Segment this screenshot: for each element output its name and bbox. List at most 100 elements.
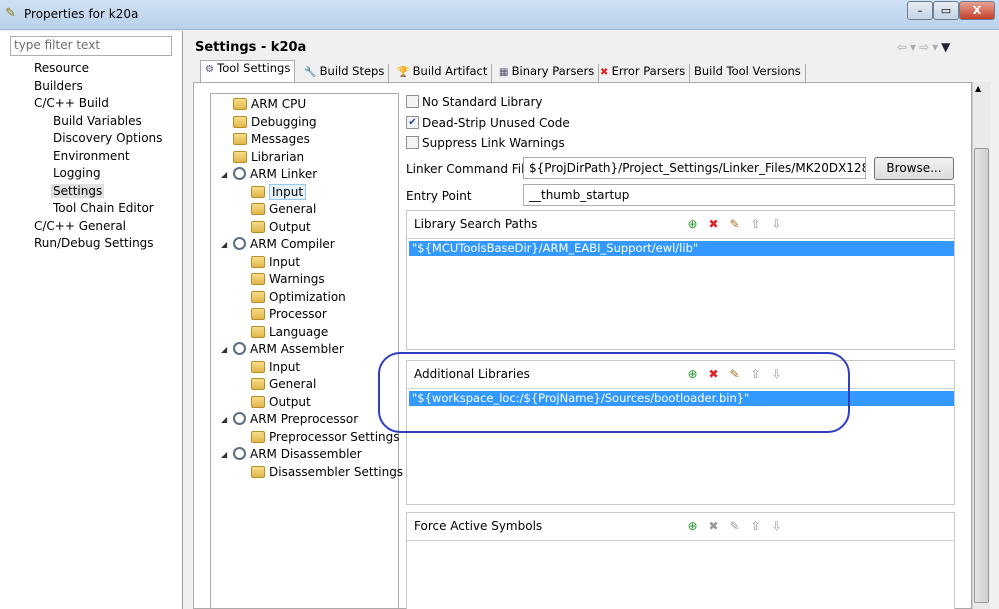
tab-error-parsers[interactable]: ✖ Error Parsers <box>596 64 691 82</box>
move-up-icon[interactable]: ⇧ <box>748 216 763 232</box>
tab-label: Build Steps <box>319 64 385 78</box>
folder-icon <box>251 325 265 338</box>
tree-item[interactable]: Output <box>251 395 311 409</box>
edit-icon[interactable]: ✎ <box>727 216 742 232</box>
tree-item[interactable]: Input <box>251 360 300 374</box>
folder-icon <box>233 150 247 163</box>
tab-label: Build Artifact <box>412 64 488 78</box>
move-down-icon[interactable]: ⇩ <box>769 216 784 232</box>
scroll-thumb[interactable] <box>974 148 989 603</box>
delete-icon[interactable]: ✖ <box>706 216 721 232</box>
move-down-icon[interactable]: ⇩ <box>769 518 784 534</box>
nav-item[interactable]: C/C++ General <box>34 219 126 233</box>
browse-button[interactable]: Browse... <box>874 157 954 180</box>
no-std-lib-checkbox[interactable] <box>406 95 419 108</box>
tree-item-label: Warnings <box>269 272 325 286</box>
add-icon[interactable]: ⊕ <box>685 216 700 232</box>
tree-item[interactable]: Optimization <box>251 290 346 304</box>
annotation-highlight <box>378 352 850 433</box>
linker-command-file-input[interactable]: ${ProjDirPath}/Project_Settings/Linker_F… <box>523 157 866 179</box>
tab-build-tool-versions[interactable]: Build Tool Versions <box>690 64 806 82</box>
tree-item[interactable]: Debugging <box>233 115 317 129</box>
tree-item[interactable]: Processor <box>251 307 327 321</box>
nav-item[interactable]: Run/Debug Settings <box>34 236 154 250</box>
tree-item[interactable]: ARM Compiler <box>233 237 335 251</box>
list-item[interactable]: "${MCUToolsBaseDir}/ARM_EABI_Support/ewl… <box>409 241 954 256</box>
add-icon[interactable]: ⊕ <box>685 518 700 534</box>
nav-item[interactable]: Logging <box>53 166 101 180</box>
folder-icon <box>251 465 265 478</box>
nav-item[interactable]: Tool Chain Editor <box>53 201 154 215</box>
tree-item-label: General <box>269 377 317 391</box>
tree-item[interactable]: ARM Disassembler <box>233 447 362 461</box>
minimize-button[interactable]: – <box>907 1 933 20</box>
gear-icon <box>233 167 246 180</box>
nav-item[interactable]: Environment <box>53 149 130 163</box>
menu-chevron-icon: ▼ <box>941 40 954 54</box>
nav-item[interactable]: Builders <box>34 79 83 93</box>
dead-strip-checkbox[interactable]: ✔ <box>406 116 419 129</box>
tree-item[interactable]: Messages <box>233 132 310 146</box>
folder-icon <box>251 273 265 285</box>
maximize-button[interactable]: ▭ <box>933 1 959 20</box>
tree-item-label: ARM CPU <box>251 97 307 111</box>
nav-item[interactable]: Settings <box>51 183 105 198</box>
tree-item[interactable]: Disassembler Settings <box>251 465 403 479</box>
tab-build-steps[interactable]: 🔧 Build Steps <box>300 64 390 82</box>
entry-point-input[interactable]: __thumb_startup <box>523 184 955 206</box>
close-button[interactable]: X <box>959 1 995 20</box>
nav-item[interactable]: Resource <box>34 61 89 75</box>
move-up-icon[interactable]: ⇧ <box>748 518 763 534</box>
suppress-warnings-checkbox[interactable] <box>406 136 419 149</box>
tree-item-label: General <box>269 202 317 216</box>
folder-icon <box>251 378 265 390</box>
delete-icon[interactable]: ✖ <box>706 518 721 534</box>
tab-label: Binary Parsers <box>511 64 595 78</box>
tab-label: Tool Settings <box>217 61 291 75</box>
edit-icon[interactable]: ✎ <box>727 518 742 534</box>
tab-tool-settings[interactable]: ⚙ Tool Settings <box>200 60 296 83</box>
tab-binary-parsers[interactable]: ▦ Binary Parsers <box>495 64 600 82</box>
tree-item[interactable]: ARM Assembler <box>233 342 344 356</box>
expand-toggle-icon[interactable]: ◢ <box>221 345 227 354</box>
scroll-up-icon: ▲ <box>975 84 982 93</box>
tree-item[interactable]: Preprocessor Settings <box>251 430 400 444</box>
tree-item-label: ARM Linker <box>250 167 318 181</box>
gear-icon <box>233 447 246 460</box>
expand-toggle-icon[interactable]: ◢ <box>221 240 227 249</box>
nav-item[interactable]: C/C++ Build <box>34 96 109 110</box>
tree-item[interactable]: Input <box>251 255 300 269</box>
tab-icon: 🔧 <box>304 67 320 78</box>
expand-toggle-icon[interactable]: ◢ <box>221 450 227 459</box>
tree-item[interactable]: ARM CPU <box>233 97 306 111</box>
tab-build-artifact[interactable]: 🏆 Build Artifact <box>393 64 493 82</box>
tree-item[interactable]: Language <box>251 325 328 339</box>
folder-icon <box>251 308 265 320</box>
expand-toggle-icon[interactable]: ◢ <box>221 415 227 424</box>
nav-item[interactable]: Discovery Options <box>53 131 162 145</box>
tree-item[interactable]: ARM Preprocessor <box>233 412 358 426</box>
tree-item[interactable]: ARM Linker <box>233 167 317 181</box>
folder-icon <box>251 430 265 443</box>
vertical-scrollbar[interactable]: ▲ <box>972 82 990 609</box>
tree-item[interactable]: Warnings <box>251 272 325 286</box>
tree-item[interactable]: General <box>251 377 316 391</box>
window-title: Properties for k20a <box>24 7 139 21</box>
tab-icon: ⚙ <box>205 64 218 75</box>
history-nav[interactable]: ⇦▾⇨▾▼ <box>897 40 953 54</box>
tree-item[interactable]: Librarian <box>233 150 304 164</box>
tree-item-label: Disassembler Settings <box>269 464 404 479</box>
tab-icon: 🏆 <box>397 67 413 78</box>
tree-item-label: Processor <box>269 307 327 321</box>
dead-strip-label: Dead-Strip Unused Code <box>422 116 570 130</box>
filter-input[interactable]: type filter text <box>10 36 172 56</box>
tree-item[interactable]: Output <box>251 220 311 234</box>
tree-item[interactable]: Input <box>251 183 307 200</box>
gear-icon <box>233 342 246 355</box>
expand-toggle-icon[interactable]: ◢ <box>221 170 227 179</box>
nav-item[interactable]: Build Variables <box>53 114 142 128</box>
library-search-paths-group: Library Search Paths ⊕ ✖ ✎ ⇧ ⇩ "${MCUToo… <box>406 210 955 350</box>
folder-icon <box>251 255 265 268</box>
tree-item[interactable]: General <box>251 202 316 216</box>
folder-icon <box>233 133 247 145</box>
